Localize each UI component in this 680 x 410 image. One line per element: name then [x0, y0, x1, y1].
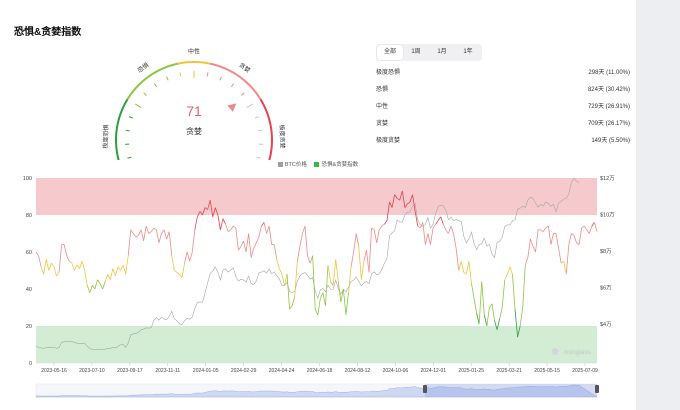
x-tick-label: 2025-07-09	[572, 368, 598, 374]
gauge-arc-segment	[259, 98, 274, 160]
tab-1m[interactable]: 1月	[429, 45, 455, 60]
gauge-pointer-icon	[227, 103, 237, 112]
stat-value: 149天 (5.50%)	[591, 137, 630, 144]
x-tick-label: 2023-09-17	[117, 368, 143, 374]
y-right-tick-label: $6万	[600, 284, 612, 291]
y-left-tick-label: 0	[29, 361, 32, 367]
y-left-tick-label: 40	[26, 287, 32, 293]
gauge-tick	[256, 156, 261, 159]
x-tick-label: 2025-05-15	[534, 368, 560, 374]
zone-band	[36, 326, 597, 363]
zone-band	[36, 178, 597, 215]
stat-row-extreme-greed: 极度贪婪 149天 (5.50%)	[376, 136, 630, 153]
x-tick-label: 2025-03-21	[496, 368, 522, 374]
legend-item-fgi[interactable]: 恐惧&贪婪指数	[314, 160, 358, 168]
gauge-arc-segment	[126, 62, 179, 100]
gauge-zone-label: 中性	[188, 48, 200, 56]
gauge-tick	[153, 83, 158, 88]
gauge-tick	[128, 116, 134, 119]
gauge-tick	[125, 129, 130, 132]
gauge-tick	[143, 92, 147, 96]
x-tick-label: 2024-10-06	[383, 368, 409, 374]
watermark-logo-icon	[551, 348, 559, 355]
overview-navigator	[35, 383, 599, 398]
x-tick-label: 2023-11-11	[155, 368, 180, 374]
y-right-tick-label: $8万	[600, 248, 612, 255]
navigator-handle-right[interactable]	[595, 385, 599, 393]
x-tick-label: 2024-06-18	[307, 368, 333, 374]
zone-stats: 极度恐惧 298天 (11.00%) 恐惧 824天 (30.42%) 中性 7…	[376, 68, 630, 152]
stat-row-greed: 贪婪 709天 (26.17%)	[376, 119, 630, 136]
navigator-handle-left[interactable]	[423, 385, 427, 393]
stat-label: 中性	[376, 103, 389, 110]
legend-label-btc: BTC价格	[284, 162, 307, 168]
gauge-arc-segment	[209, 62, 262, 100]
stat-row-fear: 恐惧 824天 (30.42%)	[376, 85, 630, 102]
y-left-tick-label: 20	[26, 324, 32, 330]
watermark: coinglass	[564, 349, 592, 356]
navigator-selection[interactable]	[425, 384, 597, 397]
legend-label-fgi: 恐惧&贪婪指数	[321, 162, 359, 168]
x-tick-label: 2024-01-05	[193, 368, 219, 374]
y-right-tick-label: $12万	[600, 175, 615, 182]
x-tick-label: 2024-04-24	[269, 368, 295, 374]
stat-value: 709天 (26.17%)	[587, 120, 630, 127]
gauge-tick	[219, 76, 222, 81]
time-range-tabs: 全部 1周 1月 1年	[376, 44, 482, 61]
gauge-value: 71	[186, 103, 202, 119]
x-tick-label: 2024-12-01	[420, 368, 446, 374]
stat-label: 极度贪婪	[376, 137, 401, 144]
legend-swatch-btc	[277, 161, 283, 167]
page-gutter	[636, 0, 680, 410]
x-tick-label: 2024-02-29	[231, 368, 257, 374]
gauge-tick	[206, 72, 209, 77]
gauge-tick	[246, 103, 254, 109]
y-right-tick-label: $10万	[600, 211, 615, 218]
gauge-tick	[127, 156, 132, 159]
legend-swatch-fgi	[314, 161, 320, 167]
stat-value: 298天 (11.00%)	[588, 70, 630, 76]
gauge-zone-label: 贪婪	[238, 61, 252, 74]
stat-label: 极度恐惧	[376, 70, 401, 76]
y-right-tick-label: $4万	[600, 321, 612, 328]
stat-label: 恐惧	[376, 86, 389, 93]
chart-legend: BTC价格 恐惧&贪婪指数	[0, 160, 636, 168]
y-left-tick-label: 60	[26, 250, 32, 256]
x-tick-label: 2023-07-10	[79, 368, 105, 374]
stat-label: 贪婪	[376, 120, 389, 127]
stat-row-extreme-fear: 极度恐惧 298天 (11.00%)	[376, 68, 630, 85]
gauge-arc-segment	[114, 98, 129, 160]
gauge-tick	[179, 72, 182, 77]
gauge-tick	[230, 83, 235, 88]
gauge-tick	[254, 116, 260, 119]
gauge-label: 贪婪	[186, 126, 202, 136]
gauge-arc-segment	[177, 60, 211, 65]
x-tick-label: 2024-08-12	[345, 368, 371, 374]
gauge-tick	[258, 129, 263, 132]
stat-value: 729天 (26.91%)	[587, 103, 630, 110]
tab-1y[interactable]: 1年	[455, 45, 481, 60]
tab-1w[interactable]: 1周	[403, 45, 429, 60]
y-left-tick-label: 100	[23, 176, 32, 182]
tab-all[interactable]: 全部	[377, 45, 403, 60]
gauge-zone-label: 极度贪婪	[278, 124, 287, 148]
stat-row-neutral: 中性 729天 (26.91%)	[376, 102, 630, 119]
x-tick-label: 2023-05-16	[41, 368, 67, 374]
stat-value: 824天 (30.42%)	[587, 86, 630, 93]
legend-item-btc[interactable]: BTC价格	[277, 160, 307, 168]
gauge-tick	[166, 76, 169, 81]
x-tick-label: 2025-01-25	[458, 368, 484, 374]
gauge-tick	[134, 103, 142, 109]
gauge-zone-label: 极度恐惧	[101, 124, 110, 148]
fear-greed-gauge: 极度恐惧恐惧中性贪婪极度贪婪71贪婪	[101, 48, 287, 160]
gauge-zone-label: 恐惧	[136, 61, 150, 74]
y-left-tick-label: 80	[26, 213, 32, 219]
gauge-tick	[241, 92, 245, 96]
